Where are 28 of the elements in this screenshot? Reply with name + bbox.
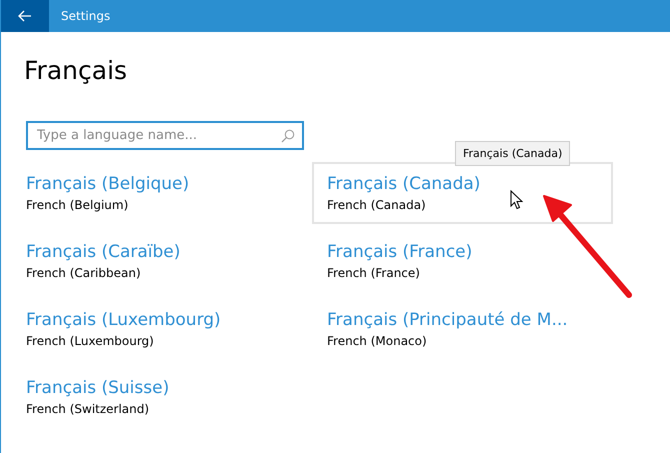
search-icon — [281, 129, 295, 143]
language-english-name: French (Canada) — [327, 198, 426, 212]
language-name: Français (Principauté de M... — [327, 310, 568, 330]
language-english-name: French (Caribbean) — [26, 266, 141, 280]
language-name: Français (Caraïbe) — [26, 242, 180, 262]
language-item[interactable]: Français (Belgique) French (Belgium) — [11, 162, 312, 224]
language-name: Français (Luxembourg) — [26, 310, 221, 330]
language-english-name: French (Luxembourg) — [26, 334, 154, 348]
language-item[interactable]: Français (France) French (France) — [312, 230, 613, 292]
language-name: Français (Canada) — [327, 174, 480, 194]
language-name: Français (Belgique) — [26, 174, 190, 194]
language-english-name: French (Belgium) — [26, 198, 128, 212]
language-name: Français (Suisse) — [26, 378, 170, 398]
language-english-name: French (France) — [327, 266, 420, 280]
language-item[interactable]: Français (Suisse) French (Switzerland) — [11, 366, 312, 428]
language-english-name: French (Switzerland) — [26, 402, 150, 416]
back-button[interactable] — [1, 0, 49, 32]
window-title: Settings — [61, 9, 110, 23]
language-item[interactable]: Français (Caraïbe) French (Caribbean) — [11, 230, 312, 292]
language-english-name: French (Monaco) — [327, 334, 427, 348]
page-title: Français — [24, 56, 128, 87]
tooltip: Français (Canada) — [455, 141, 570, 166]
language-item[interactable]: Français (Principauté de M... French (Monaco) — [312, 298, 613, 360]
back-arrow-icon — [18, 10, 32, 22]
language-name: Français (France) — [327, 242, 472, 262]
search-field[interactable]: Type a language name... — [26, 121, 304, 150]
language-item[interactable]: Français (Luxembourg) French (Luxembourg) — [11, 298, 312, 360]
mouse-cursor-icon — [510, 190, 524, 210]
